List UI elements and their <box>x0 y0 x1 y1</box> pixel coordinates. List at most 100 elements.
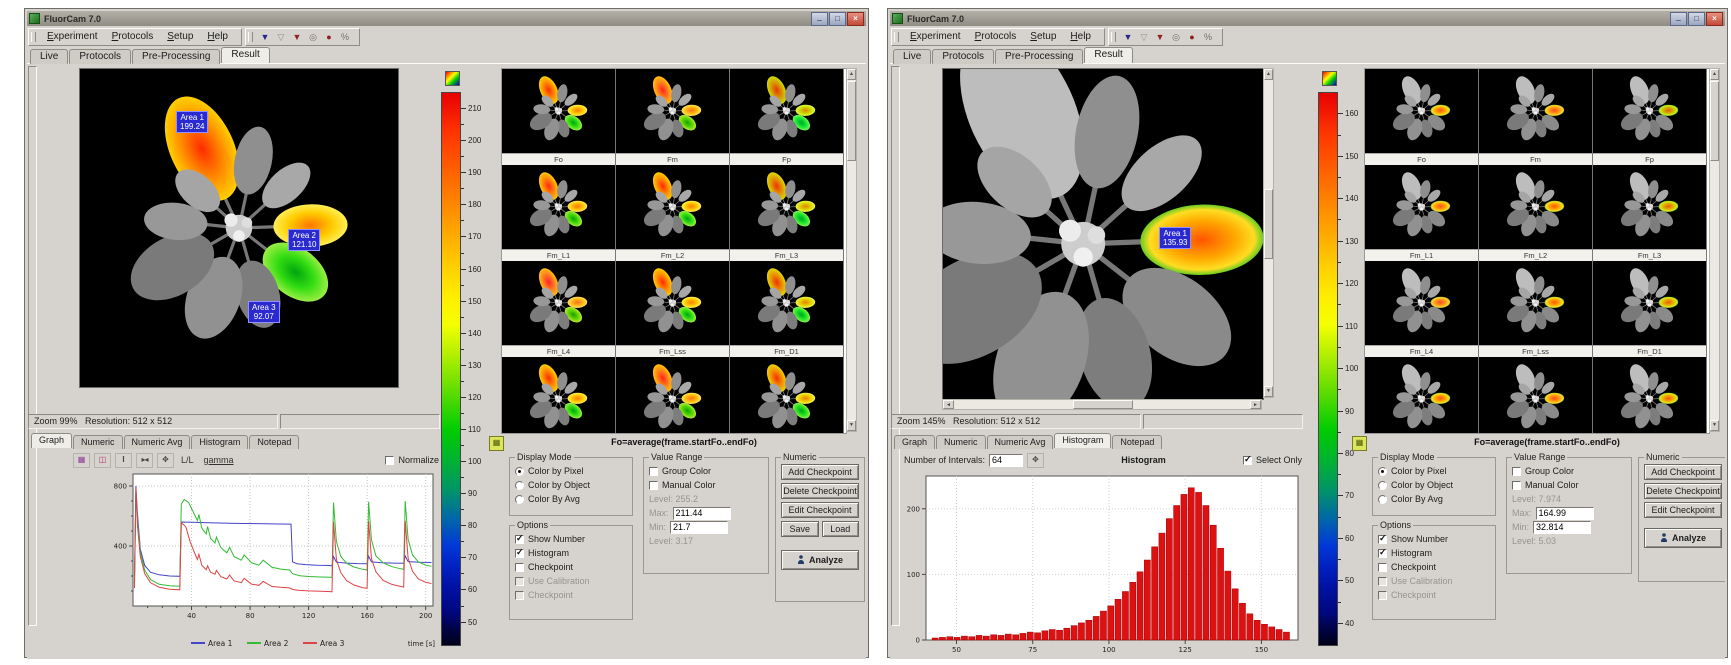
thumbnail-row4-12[interactable] <box>730 357 844 434</box>
thumbnail-fm-lss[interactable]: Fm_Lss <box>616 261 730 357</box>
image-hscrollbar[interactable] <box>942 399 1262 410</box>
image-vscrollbar[interactable] <box>1263 68 1274 398</box>
scrollbar-thumb[interactable] <box>1710 81 1719 161</box>
thumbnail-fm-l3[interactable]: Fm_L3 <box>730 165 844 261</box>
thumbnail-fm-lss[interactable]: Fm_Lss <box>1479 261 1593 357</box>
intervals-input[interactable] <box>989 454 1023 467</box>
ring-icon[interactable]: ◎ <box>1168 30 1184 44</box>
palette-icon[interactable] <box>1352 436 1367 451</box>
group-color-checkbox[interactable]: Group Color <box>649 464 763 478</box>
thumbnail-fm-l3[interactable]: Fm_L3 <box>1593 165 1707 261</box>
manual-color-checkbox[interactable]: Manual Color <box>649 478 763 492</box>
thumbnail-row4-11[interactable] <box>1479 357 1593 434</box>
colorbar-gradient-icon[interactable] <box>445 71 460 86</box>
maximize-button[interactable] <box>829 12 846 26</box>
tab-protocols[interactable]: Protocols <box>932 49 994 64</box>
thumbnail-fm-l1[interactable]: Fm_L1 <box>502 165 616 261</box>
checkbox-show-number[interactable]: Show Number <box>515 532 627 546</box>
menu-protocols[interactable]: Protocols <box>105 31 161 42</box>
checkbox-checkpoint[interactable]: Checkpoint <box>1378 560 1490 574</box>
menu-protocols[interactable]: Protocols <box>968 31 1024 42</box>
close-button[interactable] <box>1706 12 1723 26</box>
area-2-label[interactable]: Area 2 121.10 <box>288 229 320 251</box>
splitter-strip[interactable] <box>891 66 900 626</box>
toolbar-grip[interactable] <box>248 32 253 42</box>
scroll-down-icon[interactable] <box>1264 386 1273 397</box>
select-only-checkbox[interactable]: Select Only <box>1243 453 1302 467</box>
bottom-tab-histogram[interactable]: Histogram <box>191 435 248 449</box>
filter-blue-icon[interactable]: ▼ <box>1120 30 1136 44</box>
thumbnail-scrollbar[interactable] <box>846 68 857 432</box>
area-3-label[interactable]: Area 3 92.07 <box>248 301 280 323</box>
bottom-tab-numeric[interactable]: Numeric <box>73 435 123 449</box>
tab-live[interactable]: Live <box>893 49 931 64</box>
dot-red-icon[interactable]: ● <box>321 30 337 44</box>
load-button[interactable]: Load <box>822 521 860 537</box>
group-color-checkbox[interactable]: Group Color <box>1512 464 1626 478</box>
minimize-button[interactable] <box>811 12 828 26</box>
gamma-toggle[interactable]: gamma <box>201 455 237 465</box>
radio-color-by-object[interactable]: Color by Object <box>1378 478 1490 492</box>
thumbnail-fm-l4[interactable]: Fm_L4 <box>502 261 616 357</box>
analyze-button[interactable]: Analyze <box>781 550 859 570</box>
ring-icon[interactable]: ◎ <box>305 30 321 44</box>
titlebar[interactable]: FluorCam 7.0 <box>27 11 866 26</box>
fluorescence-image[interactable]: Area 1 135.93 <box>942 68 1264 400</box>
thumbnail-fo[interactable]: Fo <box>502 69 616 165</box>
thumbnail-fm[interactable]: Fm <box>616 69 730 165</box>
dot-red-icon[interactable]: ● <box>1184 30 1200 44</box>
min-value-input[interactable] <box>670 521 728 534</box>
close-button[interactable] <box>847 12 864 26</box>
edit-checkpoint-button[interactable]: Edit Checkpoint <box>1644 502 1722 518</box>
range-icon[interactable] <box>136 453 153 468</box>
toolbar-grip[interactable] <box>894 32 899 42</box>
cursor-icon[interactable] <box>115 453 132 468</box>
bottom-tab-numeric-avg[interactable]: Numeric Avg <box>124 435 191 449</box>
filter-light-icon[interactable]: ▽ <box>273 30 289 44</box>
edit-checkpoint-button[interactable]: Edit Checkpoint <box>781 502 859 518</box>
thumbnail-fm-l1[interactable]: Fm_L1 <box>1365 165 1479 261</box>
checkbox-histogram[interactable]: Histogram <box>1378 546 1490 560</box>
radio-color-by-avg[interactable]: Color By Avg <box>515 492 627 506</box>
filter-red-icon[interactable]: ▼ <box>289 30 305 44</box>
add-checkpoint-button[interactable]: Add Checkpoint <box>1644 464 1722 480</box>
filter-light-icon[interactable]: ▽ <box>1136 30 1152 44</box>
bottom-tab-notepad[interactable]: Notepad <box>249 435 299 449</box>
area-1-label[interactable]: Area 1 199.24 <box>176 111 208 133</box>
checkbox-show-number[interactable]: Show Number <box>1378 532 1490 546</box>
thumbnail-fm-l4[interactable]: Fm_L4 <box>1365 261 1479 357</box>
thumbnail-fo[interactable]: Fo <box>1365 69 1479 165</box>
tab-pre-processing[interactable]: Pre-Processing <box>132 49 220 64</box>
redraw-icon[interactable] <box>1027 453 1044 468</box>
toolbar-grip[interactable] <box>31 32 36 42</box>
thumbnail-fm[interactable]: Fm <box>1479 69 1593 165</box>
thumbnail-row4-11[interactable] <box>616 357 730 434</box>
bottom-tab-histogram[interactable]: Histogram <box>1054 433 1111 448</box>
thumbnail-row4-10[interactable] <box>1365 357 1479 434</box>
scroll-up-icon[interactable] <box>847 69 856 80</box>
menu-setup[interactable]: Setup <box>1023 31 1063 42</box>
palette-icon[interactable] <box>489 436 504 451</box>
thumbnail-fm-l2[interactable]: Fm_L2 <box>616 165 730 261</box>
thumbnail-fp[interactable]: Fp <box>730 69 844 165</box>
scroll-right-icon[interactable] <box>1250 400 1261 409</box>
menu-setup[interactable]: Setup <box>160 31 200 42</box>
scrollbar-thumb[interactable] <box>1073 400 1133 409</box>
bottom-tab-graph[interactable]: Graph <box>31 433 72 448</box>
save-button[interactable]: Save <box>781 521 819 537</box>
min-value-input[interactable] <box>1533 521 1591 534</box>
ll-toggle[interactable]: L/L <box>178 455 197 465</box>
percent-icon[interactable]: % <box>337 30 353 44</box>
scroll-down-icon[interactable] <box>847 420 856 431</box>
scroll-up-icon[interactable] <box>1710 69 1719 80</box>
menu-help[interactable]: Help <box>1063 31 1098 42</box>
tab-result[interactable]: Result <box>221 47 269 63</box>
scrollbar-thumb[interactable] <box>847 81 856 161</box>
radio-color-by-pixel[interactable]: Color by Pixel <box>515 464 627 478</box>
pan-icon[interactable] <box>157 453 174 468</box>
scroll-left-icon[interactable] <box>943 400 954 409</box>
scroll-down-icon[interactable] <box>1710 420 1719 431</box>
checkbox-use-calibration[interactable]: Use Calibration <box>1378 574 1490 588</box>
bottom-tab-graph[interactable]: Graph <box>894 435 935 449</box>
scroll-up-icon[interactable] <box>1264 69 1273 80</box>
